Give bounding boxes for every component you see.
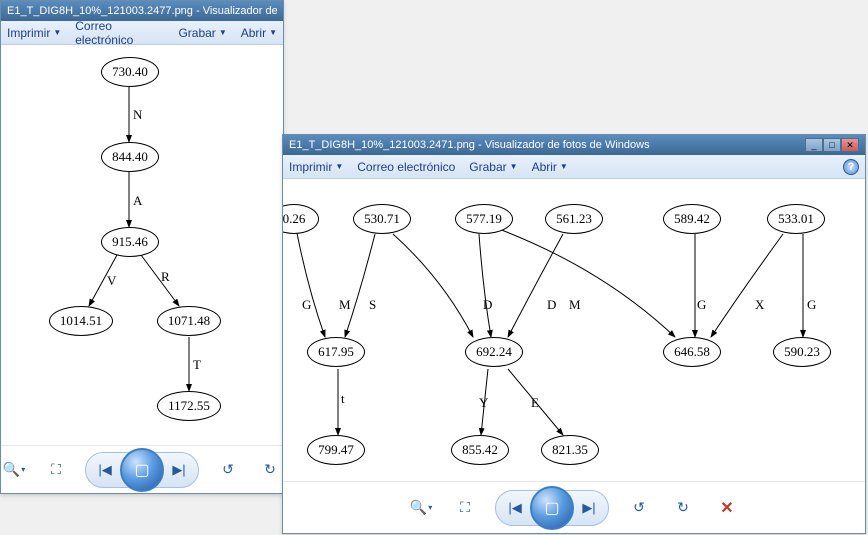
image-content: 730.40 844.40 915.46 1014.51 1071.48 117… [1, 45, 283, 445]
graph-node: 1172.55 [157, 391, 221, 421]
graph-node: 692.24 [465, 337, 523, 367]
bottom-toolbar: 🔍▾ ⛶ |◀ ▢ ▶| ↺ ↻ [1, 445, 283, 493]
edge-label: M [339, 297, 351, 313]
rotate-cw-button[interactable]: ↻ [669, 494, 697, 522]
edge-label: S [369, 297, 376, 313]
window-title: E1_T_DIG8H_10%_121003.2471.png - Visuali… [289, 139, 650, 151]
minimize-button[interactable]: _ [805, 138, 823, 152]
graph-node: 589.42 [663, 204, 721, 234]
edge-label: A [133, 193, 142, 209]
nav-pill: |◀ ▢ ▶| [85, 452, 199, 488]
edge-label: D [547, 297, 556, 313]
graph-node: 561.23 [545, 204, 603, 234]
slideshow-button[interactable]: ▢ [530, 486, 574, 530]
image-content: 0.26 530.71 577.19 561.23 589.42 533.01 … [283, 179, 865, 481]
menu-imprimir[interactable]: Imprimir▼ [7, 26, 61, 40]
graph-node: 590.23 [773, 337, 831, 367]
edge-label: M [569, 297, 581, 313]
edge-label: G [697, 297, 706, 313]
graph-node: 799.47 [307, 435, 365, 465]
window-title: E1_T_DIG8H_10%_121003.2477.png - Visuali… [7, 5, 277, 17]
rotate-cw-button[interactable]: ↻ [257, 456, 283, 484]
graph-node: 1014.51 [49, 306, 113, 336]
prev-button[interactable]: |◀ [88, 455, 122, 485]
graph-node: 530.71 [353, 204, 411, 234]
titlebar[interactable]: E1_T_DIG8H_10%_121003.2471.png - Visuali… [283, 135, 865, 155]
graph-node: 730.40 [101, 57, 159, 87]
edge-label: X [755, 297, 764, 313]
edge-label: G [302, 297, 311, 313]
fit-button[interactable]: ⛶ [451, 494, 479, 522]
rotate-ccw-button[interactable]: ↺ [625, 494, 653, 522]
menubar: Imprimir▼ Correo electrónico Grabar▼ Abr… [283, 155, 865, 179]
menubar: Imprimir▼ Correo electrónico Grabar▼ Abr… [1, 21, 283, 45]
delete-button[interactable]: ✕ [713, 494, 741, 522]
zoom-button[interactable]: 🔍▾ [407, 494, 435, 522]
caption-buttons: _ □ ✕ [805, 138, 859, 152]
edge-label: E [531, 395, 539, 411]
close-button[interactable]: ✕ [841, 138, 859, 152]
prev-button[interactable]: |◀ [498, 493, 532, 523]
graph-node: 855.42 [451, 435, 509, 465]
graph-node: 0.26 [283, 204, 319, 234]
graph-node: 915.46 [101, 227, 159, 257]
graph-node: 844.40 [101, 142, 159, 172]
photo-viewer-window-1: E1_T_DIG8H_10%_121003.2477.png - Visuali… [0, 0, 284, 494]
edge-label: t [341, 391, 345, 407]
menu-grabar[interactable]: Grabar▼ [178, 26, 226, 40]
edge-label: G [807, 297, 816, 313]
next-button[interactable]: ▶| [162, 455, 196, 485]
menu-abrir[interactable]: Abrir▼ [532, 160, 568, 174]
graph-node: 577.19 [455, 204, 513, 234]
menu-grabar[interactable]: Grabar▼ [469, 160, 517, 174]
menu-abrir[interactable]: Abrir▼ [241, 26, 277, 40]
edge-label: N [133, 107, 142, 123]
graph-node: 1071.48 [157, 306, 221, 336]
slideshow-button[interactable]: ▢ [120, 448, 164, 492]
photo-viewer-window-2: E1_T_DIG8H_10%_121003.2471.png - Visuali… [282, 134, 866, 534]
edge-label: V [107, 273, 116, 289]
menu-imprimir[interactable]: Imprimir▼ [289, 160, 343, 174]
nav-pill: |◀ ▢ ▶| [495, 490, 609, 526]
graph-node: 617.95 [307, 337, 365, 367]
graph-node: 646.58 [663, 337, 721, 367]
fit-button[interactable]: ⛶ [43, 456, 69, 484]
help-icon[interactable]: ? [843, 159, 859, 175]
menu-correo[interactable]: Correo electrónico [357, 160, 455, 174]
menu-correo[interactable]: Correo electrónico [75, 19, 164, 47]
graph-node: 533.01 [767, 204, 825, 234]
edge-label: T [193, 357, 201, 373]
maximize-button[interactable]: □ [823, 138, 841, 152]
edge-label: D [483, 297, 492, 313]
bottom-toolbar: 🔍▾ ⛶ |◀ ▢ ▶| ↺ ↻ ✕ [283, 481, 865, 533]
graph-node: 821.35 [541, 435, 599, 465]
next-button[interactable]: ▶| [572, 493, 606, 523]
zoom-button[interactable]: 🔍▾ [1, 456, 27, 484]
edge-label: R [161, 269, 170, 285]
edge-label: Y [479, 395, 488, 411]
rotate-ccw-button[interactable]: ↺ [215, 456, 241, 484]
